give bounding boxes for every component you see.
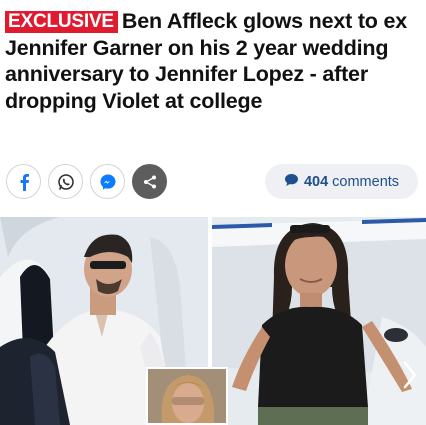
messenger-icon	[99, 173, 117, 191]
article-headline: EXCLUSIVE Ben Affleck glows next to ex Je…	[5, 8, 421, 114]
jennifer-lopez-inset[interactable]	[146, 367, 228, 425]
share-bar: 404 comments	[6, 164, 420, 200]
more-share-button[interactable]	[132, 164, 167, 199]
whatsapp-icon	[57, 173, 75, 191]
gallery-next-button[interactable]	[398, 357, 422, 397]
photo-gallery	[0, 217, 426, 425]
facebook-share-button[interactable]	[6, 164, 41, 199]
comments-button[interactable]: 404 comments	[265, 164, 418, 199]
comments-count: 404	[303, 173, 329, 190]
comments-label: comments	[332, 173, 400, 190]
messenger-share-button[interactable]	[90, 164, 125, 199]
whatsapp-share-button[interactable]	[48, 164, 83, 199]
jennifer-garner-photo[interactable]	[212, 217, 426, 425]
facebook-icon	[17, 173, 31, 191]
exclusive-badge: EXCLUSIVE	[5, 11, 118, 33]
chevron-right-icon	[403, 361, 417, 394]
share-icon	[142, 174, 158, 190]
speech-bubble-icon	[284, 173, 299, 191]
